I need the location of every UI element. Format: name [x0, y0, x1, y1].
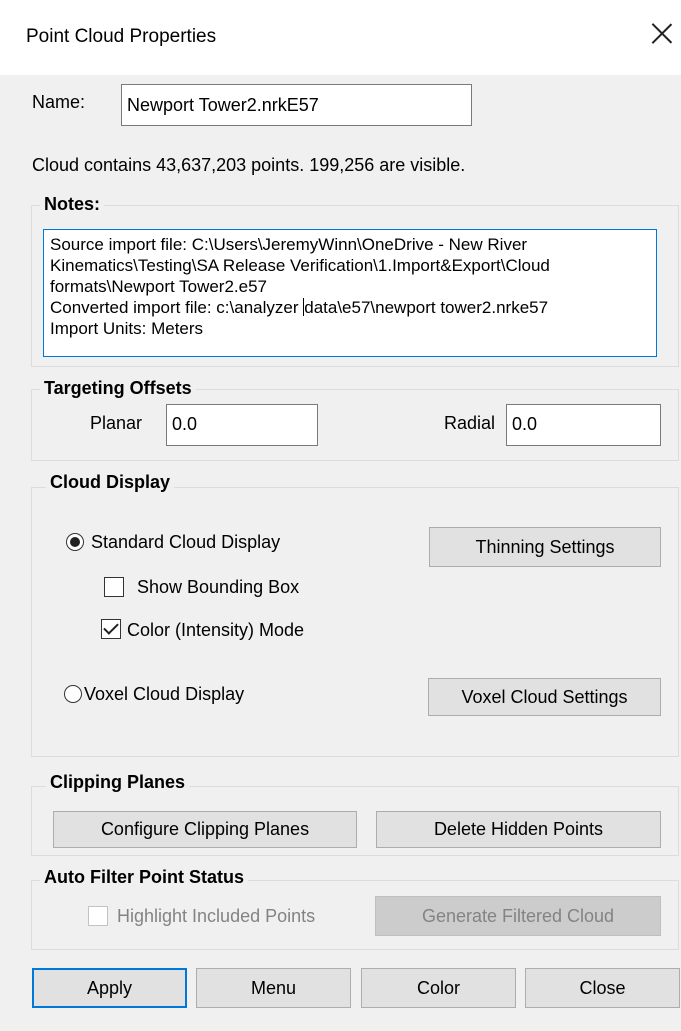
radial-label: Radial — [444, 413, 496, 433]
notes-line-with-caret: Converted import file: c:\analyzer data\… — [50, 297, 650, 318]
name-input[interactable]: Newport Tower2.nrkE57 — [121, 84, 472, 126]
notes-text: data\e57\newport tower2.nrke57 — [304, 298, 549, 317]
highlight-included-points-checkbox[interactable] — [88, 906, 108, 926]
cloud-display-legend: Cloud Display — [46, 472, 175, 493]
standard-display-label[interactable]: Standard Cloud Display — [91, 532, 280, 553]
clipping-planes-legend: Clipping Planes — [46, 772, 190, 793]
auto-filter-legend: Auto Filter Point Status — [40, 867, 248, 888]
standard-display-radio[interactable] — [66, 533, 84, 551]
close-button[interactable]: Close — [525, 968, 680, 1008]
name-label: Name: — [32, 92, 86, 112]
title-bar: Point Cloud Properties — [0, 0, 681, 75]
color-mode-label[interactable]: Color (Intensity) Mode — [127, 620, 304, 641]
planar-input[interactable]: 0.0 — [166, 404, 318, 446]
configure-clipping-planes-button[interactable]: Configure Clipping Planes — [53, 811, 357, 848]
voxel-cloud-settings-button[interactable]: Voxel Cloud Settings — [428, 678, 661, 716]
notes-line: Import Units: Meters — [50, 319, 204, 338]
highlight-included-points-label[interactable]: Highlight Included Points — [117, 906, 315, 927]
notes-textarea[interactable]: Source import file: C:\Users\JeremyWinn\… — [43, 229, 657, 357]
apply-button[interactable]: Apply — [32, 968, 187, 1008]
notes-legend: Notes: — [40, 194, 105, 215]
radial-input[interactable]: 0.0 — [506, 404, 661, 446]
notes-text: Converted import file: c:\analyzer — [50, 298, 299, 317]
close-icon[interactable] — [649, 20, 675, 46]
color-mode-checkbox[interactable] — [101, 619, 121, 639]
notes-line: formats\Newport Tower2.e57 — [50, 277, 268, 296]
check-icon — [103, 619, 119, 635]
notes-line: Source import file: C:\Users\JeremyWinn\… — [50, 235, 528, 254]
targeting-offsets-legend: Targeting Offsets — [40, 378, 196, 399]
voxel-display-radio[interactable] — [64, 685, 82, 703]
show-bounding-box-checkbox[interactable] — [104, 577, 124, 597]
notes-line: Kinematics\Testing\SA Release Verificati… — [50, 256, 550, 275]
voxel-display-label[interactable]: Voxel Cloud Display — [84, 684, 244, 705]
cloud-summary: Cloud contains 43,637,203 points. 199,25… — [32, 155, 466, 175]
delete-hidden-points-button[interactable]: Delete Hidden Points — [376, 811, 661, 848]
window-title: Point Cloud Properties — [26, 26, 217, 47]
thinning-settings-button[interactable]: Thinning Settings — [429, 527, 661, 567]
color-button[interactable]: Color — [361, 968, 516, 1008]
show-bounding-box-label[interactable]: Show Bounding Box — [137, 577, 299, 598]
generate-filtered-cloud-button[interactable]: Generate Filtered Cloud — [375, 896, 661, 936]
planar-label: Planar — [90, 413, 143, 433]
menu-button[interactable]: Menu — [196, 968, 351, 1008]
